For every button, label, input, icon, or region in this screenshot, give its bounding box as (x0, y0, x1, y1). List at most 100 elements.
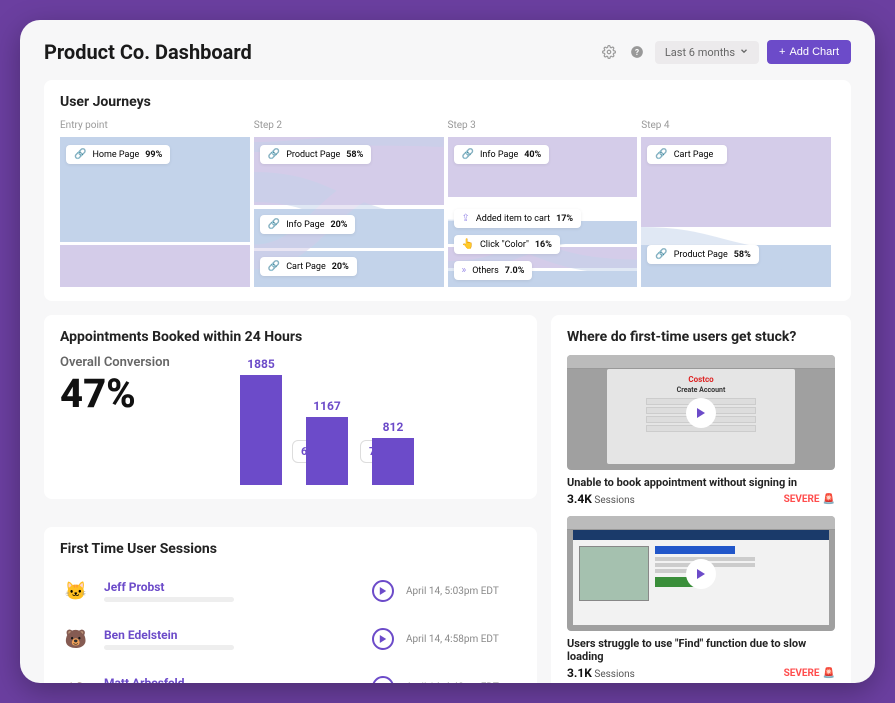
journey-node-label: Added item to cart (476, 214, 550, 224)
journey-node-pct: 7.0% (505, 266, 525, 276)
journey-node-label: Product Page (286, 150, 340, 160)
journey-node-cart[interactable]: 🔗 Cart Page 20% (260, 257, 357, 276)
session-time: April 14, 4:43pm EDT (406, 682, 521, 684)
journey-node-label: Info Page (286, 220, 324, 230)
journey-node-pct: 58% (346, 150, 363, 160)
settings-icon[interactable] (599, 42, 619, 62)
journey-node-pct: 58% (734, 250, 751, 260)
journey-node-home[interactable]: 🔗 Home Page 99% (66, 145, 170, 164)
link-icon: 🔗 (268, 149, 280, 160)
bar-rect (372, 438, 414, 485)
card-title: First Time User Sessions (60, 541, 521, 557)
link-icon: 🔗 (268, 261, 280, 272)
journey-node-pct: 20% (332, 262, 349, 272)
journey-node-click-color[interactable]: 👆 Click "Color" 16% (454, 235, 560, 254)
journey-node-label: Product Page (674, 250, 728, 260)
journey-node-added-cart[interactable]: ⇪ Added item to cart 17% (454, 209, 582, 228)
stuck-sessions: 3.4K Sessions (567, 492, 635, 506)
video-thumbnail[interactable]: Costco Create Account (567, 355, 835, 470)
conversion-block: Overall Conversion 47% (60, 355, 210, 485)
avatar: 🦛 (60, 671, 92, 683)
journey-node-others[interactable]: » Others 7.0% (454, 261, 533, 280)
funnel-bar: 1885 (240, 357, 282, 485)
play-button[interactable] (372, 628, 394, 650)
journey-node-cart[interactable]: 🔗 Cart Page (647, 145, 727, 164)
severity-badge: SEVERE 🚨 (784, 668, 835, 679)
link-icon: 🔗 (268, 219, 280, 230)
thumb-logo: Costco (688, 375, 713, 384)
date-range-selector[interactable]: Last 6 months (655, 41, 759, 64)
link-icon: 🔗 (462, 149, 474, 160)
journey-step-label: Step 4 (641, 120, 835, 131)
link-icon: 🔗 (74, 149, 86, 160)
stuck-card: Where do first-time users get stuck? Cos… (551, 315, 851, 683)
stuck-meta: 3.1K Sessions SEVERE 🚨 (567, 666, 835, 680)
journey-step-label: Step 3 (448, 120, 642, 131)
plus-icon: + (779, 46, 785, 58)
page-title: Product Co. Dashboard (44, 40, 599, 64)
journey-node-pct: 40% (524, 150, 541, 160)
stuck-meta: 3.4K Sessions SEVERE 🚨 (567, 492, 835, 506)
session-row[interactable]: 🐱 Jeff Probst April 14, 5:03pm EDT (60, 567, 521, 615)
session-row[interactable]: 🐻 Ben Edelstein April 14, 4:58pm EDT (60, 615, 521, 663)
play-button[interactable] (372, 676, 394, 683)
arrows-icon: » (462, 265, 467, 276)
journey-node-pct: 20% (330, 220, 347, 230)
journey-node-pct: 16% (535, 240, 552, 250)
session-info: Matt Arbesfeld (104, 676, 360, 683)
click-icon: 👆 (462, 239, 474, 250)
sessions-card: First Time User Sessions 🐱 Jeff Probst A… (44, 527, 537, 683)
appointments-body: Overall Conversion 47% 1885 62% 1167 (60, 355, 521, 485)
session-time: April 14, 4:58pm EDT (406, 634, 521, 645)
play-button[interactable] (372, 580, 394, 602)
dashboard-app: Product Co. Dashboard ? Last 6 months + … (20, 20, 875, 683)
journey-band (60, 245, 250, 287)
journey-column: Step 4 🔗 Cart Page 🔗 Prod (641, 120, 835, 287)
stuck-sessions-label: Sessions (594, 669, 634, 680)
journey-node-label: Home Page (92, 150, 139, 160)
journey-step-label: Entry point (60, 120, 254, 131)
share-icon: ⇪ (462, 213, 470, 224)
session-row[interactable]: 🦛 Matt Arbesfeld April 14, 4:43pm EDT (60, 663, 521, 683)
browser-header-mock (567, 355, 835, 369)
card-title: Where do first-time users get stuck? (567, 329, 835, 345)
link-icon: 🔗 (655, 249, 667, 260)
video-thumbnail[interactable] (567, 516, 835, 631)
bar-value: 812 (383, 420, 404, 434)
thumb-heading: Create Account (677, 386, 726, 394)
journey-column: Entry point 🔗 Home Page 99% (60, 120, 254, 287)
journey-column-bg: 🔗 Home Page 99% (60, 137, 250, 287)
bar-value: 1167 (313, 399, 341, 413)
session-progress (104, 597, 234, 602)
journey-column: Step 3 🔗 Info Page 40% (448, 120, 642, 287)
journey-node-product[interactable]: 🔗 Product Page 58% (647, 245, 759, 264)
journey-node-label: Click "Color" (480, 240, 529, 250)
journey-grid: Entry point 🔗 Home Page 99% Step 2 (60, 120, 835, 287)
funnel-bar: 1167 (306, 399, 348, 485)
journey-node-info[interactable]: 🔗 Info Page 20% (260, 215, 356, 234)
journey-node-pct: 17% (556, 214, 573, 224)
help-icon[interactable]: ? (627, 42, 647, 62)
avatar: 🐱 (60, 575, 92, 607)
add-chart-label: Add Chart (789, 46, 839, 58)
stuck-item-title: Users struggle to use "Find" function du… (567, 637, 835, 663)
journey-node-label: Info Page (480, 150, 518, 160)
session-progress (104, 645, 234, 650)
journey-node-product[interactable]: 🔗 Product Page 58% (260, 145, 372, 164)
journey-node-label: Cart Page (286, 262, 326, 272)
alert-icon: 🚨 (823, 494, 835, 505)
card-title: Appointments Booked within 24 Hours (60, 329, 521, 345)
stuck-sessions-count: 3.1K (567, 666, 592, 680)
funnel-chart: 1885 62% 1167 70% 812 (230, 355, 521, 485)
severity-label: SEVERE (784, 668, 820, 679)
journey-node-info[interactable]: 🔗 Info Page 40% (454, 145, 550, 164)
left-column: Appointments Booked within 24 Hours Over… (44, 315, 537, 683)
play-button[interactable] (686, 398, 716, 428)
user-journeys-card: User Journeys Entry point 🔗 Home Page 99… (44, 80, 851, 301)
appointments-card: Appointments Booked within 24 Hours Over… (44, 315, 537, 499)
journey-column-bg: 🔗 Cart Page 🔗 Product Page 58% (641, 137, 831, 287)
play-button[interactable] (686, 559, 716, 589)
add-chart-button[interactable]: + Add Chart (767, 40, 851, 64)
sessions-list: 🐱 Jeff Probst April 14, 5:03pm EDT 🐻 (60, 567, 521, 683)
header: Product Co. Dashboard ? Last 6 months + … (44, 40, 851, 64)
